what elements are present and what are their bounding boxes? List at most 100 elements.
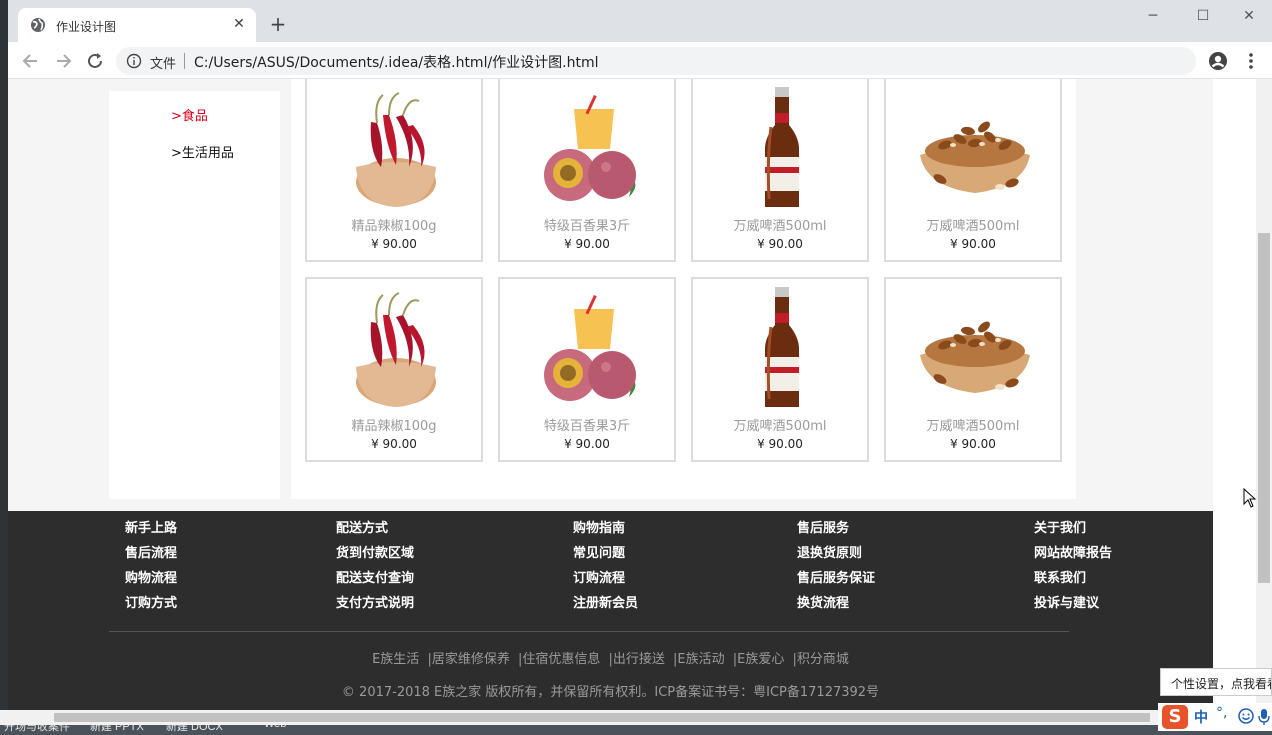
- ime-punctuation-toggle[interactable]: °,: [1216, 705, 1227, 721]
- footer-column: 配送方式 货到付款区域 配送支付查询 支付方式说明: [336, 517, 414, 617]
- footer-link[interactable]: 购物流程: [125, 567, 177, 592]
- ime-tooltip: 个性设置，点我看看: [1160, 668, 1272, 696]
- product-card[interactable]: 万威啤酒500ml ¥ 90.00: [884, 79, 1062, 262]
- ime-mode-toggle[interactable]: 中: [1194, 707, 1208, 727]
- footer-link[interactable]: 换货流程: [797, 592, 875, 617]
- passion-fruit-image: [544, 295, 636, 401]
- product-card[interactable]: 万威啤酒500ml ¥ 90.00: [884, 277, 1062, 462]
- more-menu-icon[interactable]: [1244, 51, 1258, 71]
- footer-link[interactable]: E族生活: [372, 652, 419, 667]
- new-tab-button[interactable]: +: [268, 14, 288, 34]
- site-footer: 新手上路 售后流程 购物流程 订购方式 配送方式 货到付款区域 配送支付查询 支…: [8, 511, 1213, 712]
- footer-link[interactable]: 注册新会员: [573, 592, 638, 617]
- product-card[interactable]: 特级百香果3斤 ¥ 90.00: [498, 79, 676, 262]
- product-name: 精品辣椒100g: [351, 419, 437, 434]
- footer-link[interactable]: |住宿优惠信息: [518, 652, 600, 667]
- passion-fruit-image: [544, 95, 636, 201]
- beer-bottle-image: [765, 87, 799, 207]
- footer-link[interactable]: |积分商城: [793, 652, 849, 667]
- browser-window: 作业设计图 ✕ + ─ ☐ ✕ 文件 C:/Users/ASUS/Documen…: [8, 0, 1272, 712]
- reload-icon[interactable]: [84, 50, 106, 72]
- product-card[interactable]: 特级百香果3斤 ¥ 90.00: [498, 277, 676, 462]
- footer-link[interactable]: 退换货原则: [797, 542, 875, 567]
- footer-link[interactable]: 投诉与建议: [1034, 592, 1112, 617]
- forward-arrow-icon[interactable]: [52, 50, 74, 72]
- product-name: 万威啤酒500ml: [926, 419, 1020, 434]
- footer-link[interactable]: 配送方式: [336, 517, 414, 542]
- category-sidebar: >食品 >生活用品: [109, 91, 280, 499]
- footer-link[interactable]: 货到付款区域: [336, 542, 414, 567]
- chili-pepper-bowl-image: [356, 292, 436, 407]
- beer-bottle-image: [765, 287, 799, 407]
- horizontal-scroll-thumb[interactable]: [54, 713, 1150, 722]
- footer-link[interactable]: |E族爱心: [733, 652, 785, 667]
- product-card[interactable]: 精品辣椒100g ¥ 90.00: [305, 79, 483, 262]
- footer-link[interactable]: |出行接送: [609, 652, 665, 667]
- horizontal-scrollbar[interactable]: [0, 710, 1248, 725]
- tab-title: 作业设计图: [56, 20, 117, 34]
- browser-toolbar: 文件 C:/Users/ASUS/Documents/.idea/表格.html…: [8, 42, 1272, 79]
- footer-column: 售后服务 退换货原则 售后服务保证 换货流程: [797, 517, 875, 617]
- footer-link[interactable]: |居家维修保养: [427, 652, 509, 667]
- sogou-logo-icon[interactable]: S: [1162, 705, 1188, 729]
- product-price: ¥ 90.00: [371, 237, 417, 251]
- back-arrow-icon[interactable]: [20, 50, 42, 72]
- file-scheme-label: 文件: [150, 57, 177, 72]
- address-bar[interactable]: 文件 C:/Users/ASUS/Documents/.idea/表格.html…: [116, 47, 1196, 75]
- minimize-button[interactable]: ─: [1138, 6, 1168, 26]
- footer-link[interactable]: 关于我们: [1034, 517, 1112, 542]
- product-name: 万威啤酒500ml: [926, 219, 1020, 234]
- footer-link[interactable]: 购物指南: [573, 517, 638, 542]
- footer-column: 新手上路 售后流程 购物流程 订购方式: [125, 517, 177, 617]
- page-viewport: >食品 >生活用品 精品辣椒100g ¥ 90.00 特级百香果3斤 ¥ 90.…: [8, 79, 1256, 712]
- footer-link[interactable]: 售后服务: [797, 517, 875, 542]
- desktop-background: [0, 0, 8, 735]
- footer-secondary-links: E族生活 |居家维修保养 |住宿优惠信息 |出行接送 |E族活动 |E族爱心 |…: [8, 648, 1213, 667]
- vertical-scroll-thumb[interactable]: [1258, 233, 1270, 583]
- footer-column: 购物指南 常见问题 订购流程 注册新会员: [573, 517, 638, 617]
- emoji-icon[interactable]: [1238, 708, 1254, 724]
- microphone-icon[interactable]: [1258, 708, 1270, 726]
- category-food[interactable]: >食品: [171, 105, 208, 124]
- product-card[interactable]: 万威啤酒500ml ¥ 90.00: [691, 79, 869, 262]
- url-text[interactable]: C:/Users/ASUS/Documents/.idea/表格.html/作业…: [194, 52, 599, 72]
- product-card[interactable]: 万威啤酒500ml ¥ 90.00: [691, 277, 869, 462]
- close-tab-icon[interactable]: ✕: [230, 15, 248, 33]
- product-price: ¥ 90.00: [950, 237, 996, 251]
- footer-column: 关于我们 网站故障报告 联系我们 投诉与建议: [1034, 517, 1112, 617]
- mouse-cursor-icon: [1243, 488, 1257, 508]
- product-price: ¥ 90.00: [757, 237, 803, 251]
- product-price: ¥ 90.00: [371, 437, 417, 451]
- copyright-text: © 2017-2018 E族之家 版权所有，并保留所有权利。ICP备案证书号：粤…: [341, 685, 880, 700]
- info-icon[interactable]: [126, 53, 142, 69]
- footer-link[interactable]: 订购方式: [125, 592, 177, 617]
- close-window-button[interactable]: ✕: [1234, 6, 1264, 26]
- account-icon[interactable]: [1208, 51, 1228, 71]
- footer-link[interactable]: |E族活动: [673, 652, 725, 667]
- footer-link[interactable]: 售后流程: [125, 542, 177, 567]
- footer-link[interactable]: 配送支付查询: [336, 567, 414, 592]
- footer-link[interactable]: 联系我们: [1034, 567, 1112, 592]
- pine-nuts-bowl-image: [920, 321, 1030, 393]
- footer-link[interactable]: 网站故障报告: [1034, 542, 1112, 567]
- footer-link[interactable]: 售后服务保证: [797, 567, 875, 592]
- maximize-button[interactable]: ☐: [1188, 6, 1218, 26]
- footer-link[interactable]: 新手上路: [125, 517, 177, 542]
- product-price: ¥ 90.00: [564, 437, 610, 451]
- product-price: ¥ 90.00: [564, 237, 610, 251]
- product-card[interactable]: 精品辣椒100g ¥ 90.00: [305, 277, 483, 462]
- address-divider: [184, 53, 185, 69]
- product-name: 特级百香果3斤: [543, 219, 631, 234]
- title-bar: 作业设计图 ✕ + ─ ☐ ✕: [8, 0, 1272, 42]
- footer-link[interactable]: 订购流程: [573, 567, 638, 592]
- globe-icon: [31, 18, 45, 32]
- product-name: 精品辣椒100g: [351, 219, 437, 234]
- vertical-scrollbar[interactable]: [1256, 79, 1272, 712]
- footer-link[interactable]: 支付方式说明: [336, 592, 414, 617]
- footer-link[interactable]: 常见问题: [573, 542, 638, 567]
- footer-divider: [109, 631, 1069, 632]
- category-daily-goods[interactable]: >生活用品: [171, 142, 234, 161]
- ime-toolbar: S 中 °,: [1158, 703, 1272, 731]
- product-price: ¥ 90.00: [757, 437, 803, 451]
- browser-tab[interactable]: 作业设计图 ✕: [18, 8, 256, 42]
